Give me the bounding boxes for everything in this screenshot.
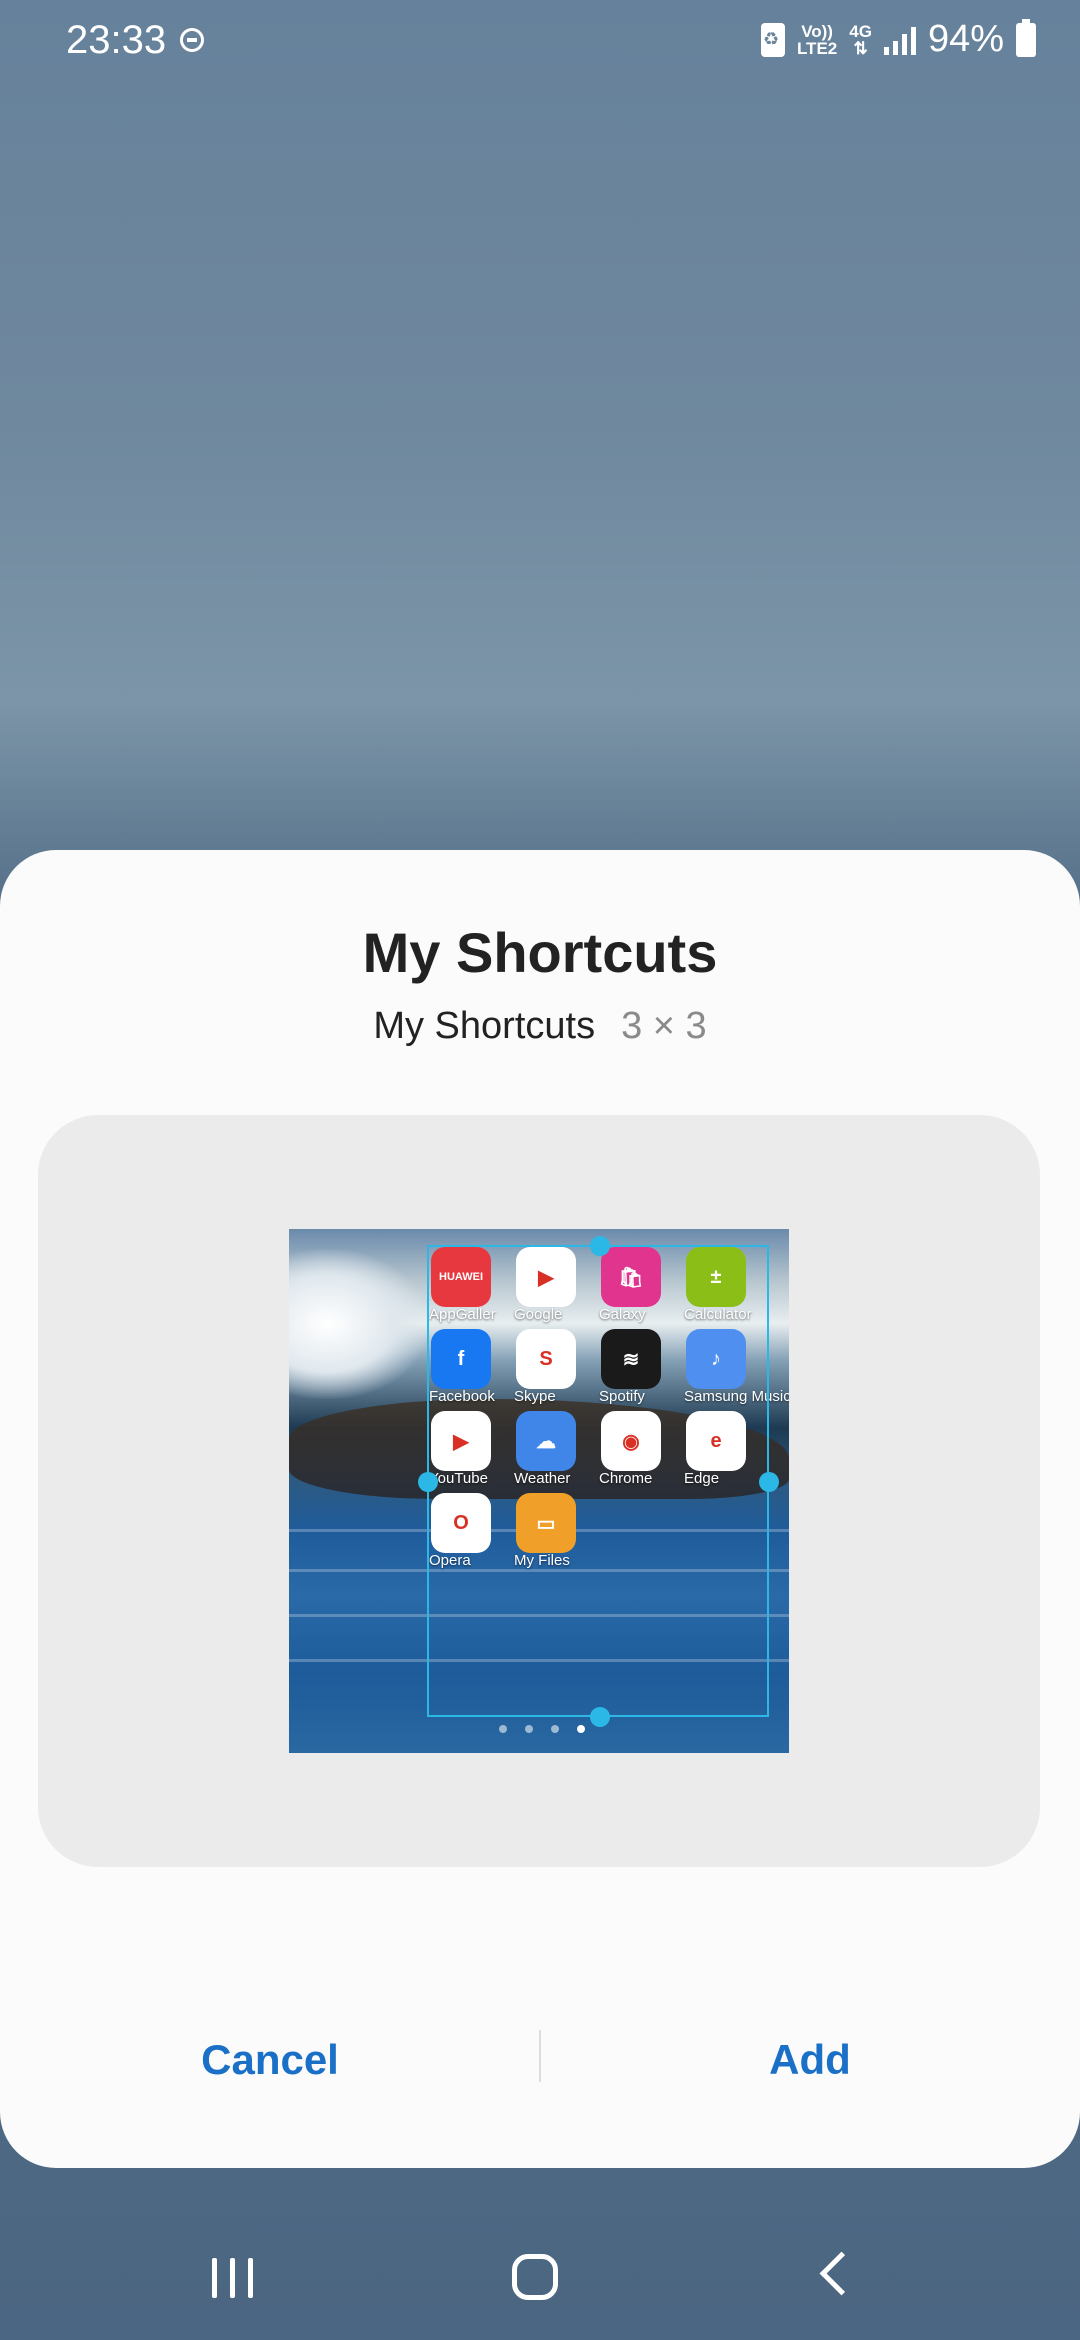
page-indicator [499, 1725, 585, 1733]
status-bar: 23:33 Vo)) LTE2 4G ⇅ 94% [0, 0, 1080, 84]
widget-preview-card: HUAWEI AppGaller ▶ Google 🛍 Galaxy ± Calculator… [38, 1115, 1040, 1867]
battery-icon [1016, 18, 1036, 57]
page-dot [525, 1725, 533, 1733]
dialog-actions: Cancel Add [0, 2010, 1080, 2110]
home-button[interactable] [512, 2254, 558, 2300]
widget-preview-image: HUAWEI AppGaller ▶ Google 🛍 Galaxy ± Calculator… [289, 1229, 789, 1753]
resize-handle-bottom[interactable] [590, 1707, 610, 1727]
do-not-disturb-icon [180, 28, 204, 52]
page-dot [499, 1725, 507, 1733]
volte-icon: Vo)) LTE2 [797, 23, 837, 57]
lte-label: LTE2 [796, 38, 838, 58]
widget-resize-frame[interactable] [418, 1236, 779, 1727]
widget-subtitle-row: My Shortcuts 3 × 3 [0, 1005, 1080, 1048]
widget-name: My Shortcuts [373, 1005, 596, 1047]
wallpaper-wave [289, 1249, 429, 1399]
resize-handle-left[interactable] [418, 1472, 438, 1492]
resize-handle-top[interactable] [590, 1236, 610, 1256]
add-widget-sheet: My Shortcuts My Shortcuts 3 × 3 HUAWEI App… [0, 850, 1080, 2168]
status-icons: Vo)) LTE2 4G ⇅ 94% [760, 18, 1036, 61]
widget-title: My Shortcuts [362, 921, 718, 984]
network-type-icon: 4G ⇅ [849, 23, 872, 57]
battery-percentage: 94% [927, 18, 1004, 60]
battery-saver-icon [760, 22, 785, 57]
add-button[interactable]: Add [540, 2010, 1080, 2110]
volte-label: Vo)) [801, 21, 833, 41]
data-arrows-icon: ⇅ [853, 38, 868, 58]
status-time: 23:33 [66, 18, 167, 62]
signal-strength-icon [883, 25, 916, 55]
back-button[interactable] [819, 2251, 864, 2296]
navigation-bar [0, 2210, 1080, 2340]
network-type-label: 4G [849, 21, 872, 41]
recents-button[interactable] [212, 2258, 256, 2298]
page-dot [551, 1725, 559, 1733]
page-dot [577, 1725, 585, 1733]
cancel-button[interactable]: Cancel [0, 2010, 540, 2110]
resize-handle-right[interactable] [759, 1472, 779, 1492]
widget-size: 3 × 3 [621, 1005, 707, 1047]
